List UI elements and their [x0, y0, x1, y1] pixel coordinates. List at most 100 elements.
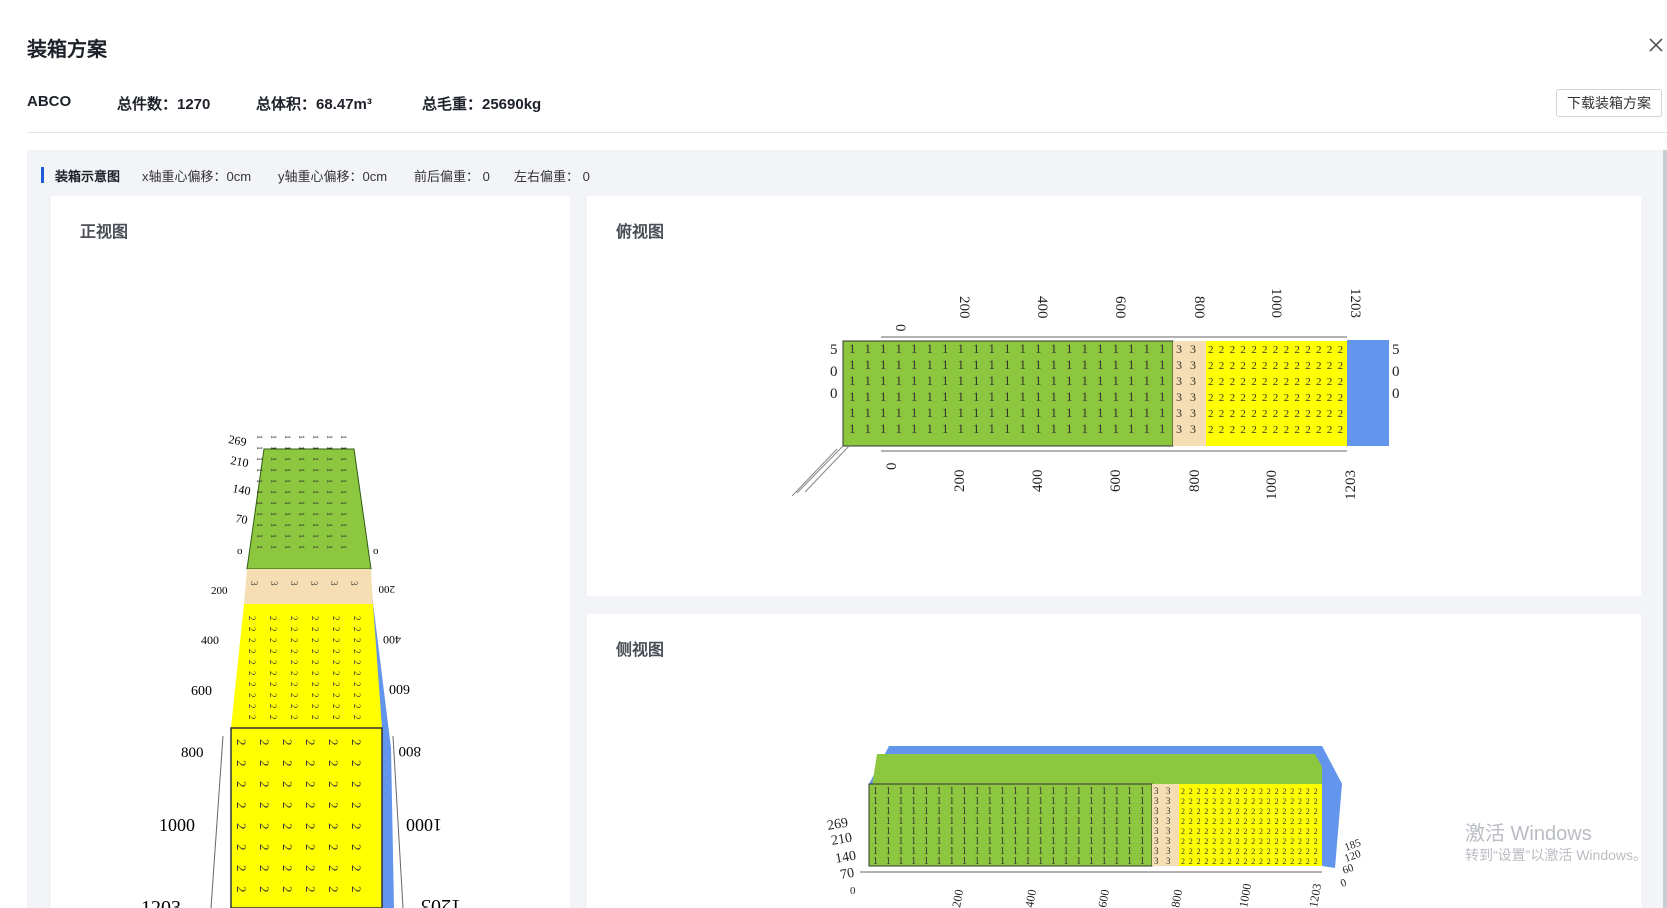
- top-cargo-label-1: 1: [1144, 405, 1151, 420]
- front-cargo-label-2: 2: [268, 704, 278, 709]
- front-cargo-label-2: 2: [352, 627, 362, 632]
- front-cargo-label-2: 2: [234, 886, 249, 893]
- svg-text:0: 0: [1392, 364, 1400, 380]
- top-cargo-label-2: 2: [1230, 360, 1236, 372]
- top-cargo-label-2: 2: [1327, 408, 1333, 420]
- front-cargo-label-1: 1: [311, 545, 320, 549]
- top-cargo-label-1: 1: [849, 357, 856, 372]
- side-cargo-label-2: 2: [1243, 797, 1247, 806]
- front-segment-1: [246, 448, 372, 570]
- front-cargo-label-1: 1: [325, 457, 334, 461]
- top-cargo-label-1: 1: [1066, 405, 1073, 420]
- top-cargo-label-1: 1: [1159, 341, 1166, 356]
- side-cargo-label-2: 2: [1267, 857, 1271, 866]
- top-cargo-label-1: 1: [1051, 389, 1058, 404]
- side-cargo-label-2: 2: [1197, 817, 1201, 826]
- side-cargo-label-2: 2: [1267, 797, 1271, 806]
- side-cargo-label-2: 2: [1197, 807, 1201, 816]
- top-cargo-label-3: 3: [1190, 358, 1196, 372]
- top-cargo-label-1: 1: [896, 421, 903, 436]
- top-cargo-label-2: 2: [1230, 424, 1236, 436]
- front-cargo-label-2: 2: [268, 627, 278, 632]
- top-cargo-label-1: 1: [942, 421, 949, 436]
- front-cargo-label-2: 2: [326, 886, 341, 893]
- front-cargo-label-2: 2: [331, 671, 341, 676]
- top-cargo-label-2: 2: [1294, 376, 1300, 388]
- front-cargo-label-1: 1: [311, 479, 320, 483]
- top-cargo-label-1: 1: [865, 357, 872, 372]
- front-cargo-label-1: 1: [283, 490, 292, 494]
- side-cargo-label-2: 2: [1314, 837, 1318, 846]
- side-cargo-label-2: 2: [1314, 857, 1318, 866]
- top-cargo-label-2: 2: [1284, 408, 1290, 420]
- top-cargo-label-2: 2: [1273, 376, 1279, 388]
- tv-x-ticks-bottom: 0 200 400 600 800 1000 1203: [884, 463, 1359, 501]
- top-cargo-label-1: 1: [1082, 341, 1089, 356]
- side-cargo-label-2: 2: [1290, 847, 1294, 856]
- top-cargo-label-2: 2: [1251, 360, 1257, 372]
- scrollbar[interactable]: [1663, 150, 1667, 908]
- front-cargo-label-1: 1: [269, 523, 278, 527]
- side-cargo-label-1: 1: [886, 856, 891, 867]
- side-cargo-label-2: 2: [1251, 797, 1255, 806]
- front-cargo-label-2: 2: [268, 649, 278, 654]
- front-cargo-label-1: 1: [297, 468, 306, 472]
- front-cargo-label-1: 1: [339, 534, 348, 538]
- side-cargo-label-1: 1: [1127, 856, 1132, 867]
- front-cargo-label-2: 2: [331, 660, 341, 665]
- top-cargo-label-2: 2: [1327, 360, 1333, 372]
- side-cargo-label-2: 2: [1243, 787, 1247, 796]
- top-cargo-label-2: 2: [1294, 392, 1300, 404]
- front-cargo-label-2: 2: [352, 660, 362, 665]
- close-icon[interactable]: [1645, 34, 1667, 56]
- download-plan-button[interactable]: 下载装箱方案: [1556, 89, 1662, 117]
- side-cargo-label-2: 2: [1306, 827, 1310, 836]
- side-cargo-label-1: 1: [898, 856, 903, 867]
- top-cargo-label-1: 1: [1144, 421, 1151, 436]
- top-view-diagram: 1 1 1 1 1 1 1 1 1 1 1 1 1 1 1 1 1 1 1 1 1 3 3 2 2 2 2 2 2 2 2 2 2 2 2 21 1 1 1…: [791, 288, 1400, 501]
- top-cargo-label-1: 1: [1159, 389, 1166, 404]
- top-cargo-label-2: 2: [1305, 408, 1311, 420]
- top-cargo-label-1: 1: [989, 421, 996, 436]
- top-cargo-label-2: 2: [1208, 392, 1214, 404]
- top-cargo-label-1: 1: [989, 341, 996, 356]
- side-cargo-label-2: 2: [1243, 847, 1247, 856]
- front-cargo-label-2: 2: [310, 660, 320, 665]
- top-cargo-label-1: 1: [1113, 389, 1120, 404]
- side-cargo-label-2: 2: [1314, 807, 1318, 816]
- top-cargo-label-1: 1: [958, 389, 965, 404]
- side-cargo-label-2: 2: [1290, 817, 1294, 826]
- top-cargo-label-2: 2: [1338, 360, 1344, 372]
- top-cargo-label-1: 1: [942, 357, 949, 372]
- front-cargo-label-2: 2: [310, 649, 320, 654]
- top-cargo-label-2: 2: [1294, 424, 1300, 436]
- dialog-title: 装箱方案: [27, 39, 107, 61]
- front-cargo-label-1: 1: [325, 534, 334, 538]
- front-cargo-label-2: 2: [349, 865, 364, 872]
- sv-x-ticks: 200 400 600 800 1000 1203: [949, 882, 1324, 908]
- side-cargo-label-2: 2: [1212, 797, 1216, 806]
- side-cargo-label-2: 2: [1189, 787, 1193, 796]
- side-cargo-label-2: 2: [1228, 807, 1232, 816]
- front-cargo-label-1: 1: [269, 490, 278, 494]
- top-cargo-label-1: 1: [1004, 357, 1011, 372]
- side-cargo-label-2: 2: [1282, 837, 1286, 846]
- svg-text:600: 600: [1108, 470, 1124, 493]
- front-cargo-label-2: 2: [349, 802, 364, 809]
- front-cargo-label-1: 1: [255, 457, 264, 461]
- fv-x-tick-800-r: 800: [399, 743, 422, 759]
- front-cargo-label-1: 1: [255, 435, 264, 439]
- top-cargo-label-2: 2: [1251, 344, 1257, 356]
- side-cargo-label-2: 2: [1290, 827, 1294, 836]
- top-cargo-label-2: 2: [1219, 360, 1225, 372]
- svg-text:185: 185: [1343, 837, 1363, 854]
- top-cargo-label-1: 1: [865, 341, 872, 356]
- top-cargo-label-1: 1: [911, 389, 918, 404]
- side-cargo-label-2: 2: [1212, 847, 1216, 856]
- top-cargo-label-1: 1: [1035, 421, 1042, 436]
- side-cargo-label-2: 2: [1236, 797, 1240, 806]
- front-cargo-label-2: 2: [247, 671, 257, 676]
- front-cargo-label-2: 2: [234, 802, 249, 809]
- side-cargo-label-3: 3: [1154, 796, 1159, 806]
- front-cargo-label-2: 2: [326, 802, 341, 809]
